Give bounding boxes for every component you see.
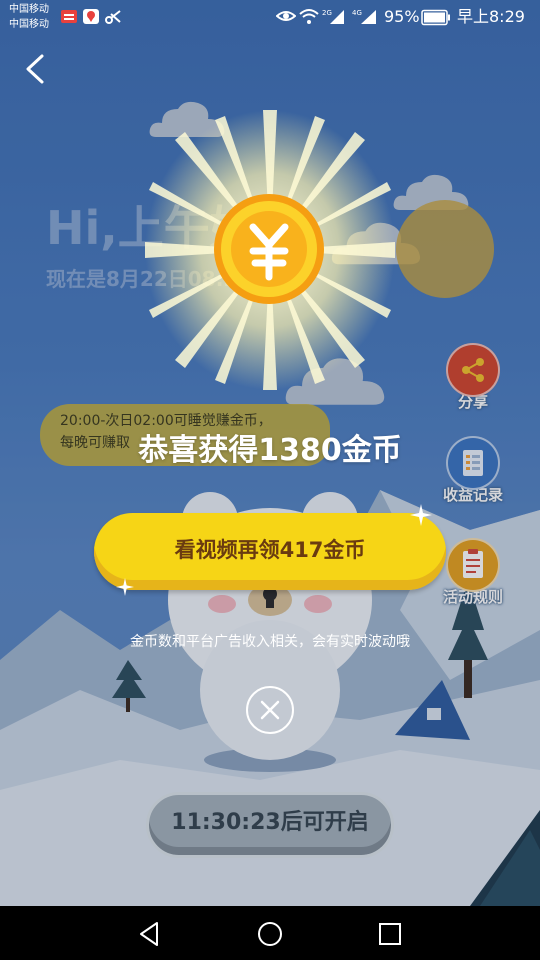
eye-icon (276, 11, 296, 21)
nav-home-icon[interactable] (255, 919, 285, 949)
signal-4g-icon: 4G (352, 9, 376, 24)
app-badge-icon (61, 10, 77, 23)
reward-title: 恭喜获得1380金币 (138, 433, 402, 468)
wifi-icon (299, 9, 319, 24)
battery-percent: 95% (384, 7, 420, 26)
watch-video-button[interactable]: 看视频再领417金币 (94, 513, 446, 590)
gold-coin-icon (214, 194, 324, 304)
close-icon (260, 700, 280, 720)
nav-recents-icon[interactable] (375, 919, 405, 949)
app-screen: 中国移动 中国移动 2G 4G 95% 早上8:29 20:00-次日02:00… (0, 0, 540, 906)
clock: 早上8:29 (457, 7, 525, 26)
battery-icon (421, 9, 450, 26)
map-pin-icon (83, 9, 99, 24)
scissor-icon (105, 10, 121, 24)
close-dialog-button[interactable] (246, 686, 294, 734)
sparkle-icon-small (116, 578, 134, 596)
carrier-label-2: 中国移动 (9, 19, 49, 30)
unlock-timer: 11:30:23后可开启 (146, 792, 394, 858)
rules-clipboard-icon (446, 538, 500, 592)
sun-icon (396, 200, 494, 298)
share-icon (446, 343, 500, 397)
svg-text:2G: 2G (322, 9, 332, 17)
nav-back-icon[interactable] (135, 919, 165, 949)
svg-text:4G: 4G (352, 9, 362, 17)
coin-fluctuation-note: 金币数和平台广告收入相关，会有实时波动哦 (130, 634, 410, 650)
back-arrow-icon[interactable] (20, 50, 54, 88)
sparkle-icon (410, 504, 432, 526)
system-nav-bar (0, 906, 540, 960)
signal-2g-icon: 2G (322, 9, 344, 24)
share-button[interactable]: 分享 (428, 343, 518, 412)
carrier-label-1: 中国移动 (9, 4, 49, 15)
status-bar: 中国移动 中国移动 2G 4G 95% 早上8:29 (0, 0, 540, 36)
